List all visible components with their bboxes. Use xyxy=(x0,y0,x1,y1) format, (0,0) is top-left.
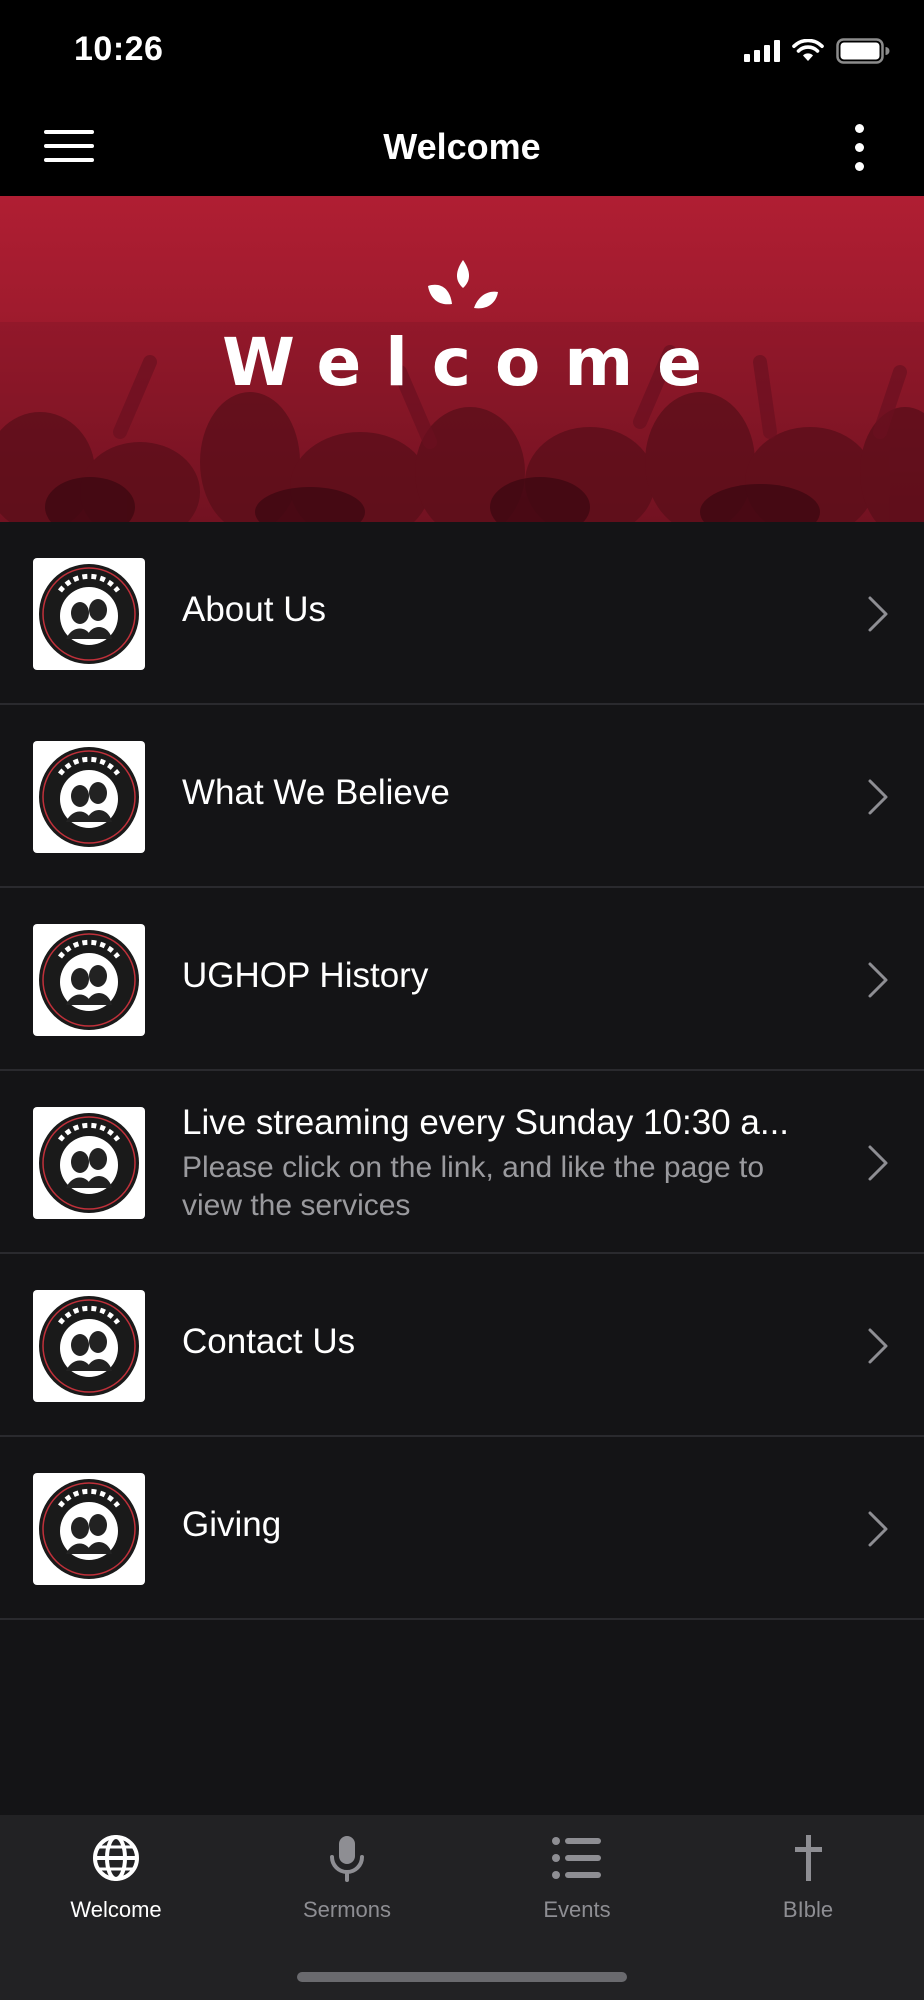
more-options-icon[interactable] xyxy=(854,124,866,172)
tab-label: BIble xyxy=(782,1897,834,1922)
list-item-title: Live streaming every Sunday 10:30 a... xyxy=(182,1103,790,1142)
list-item-ughop-history[interactable]: UGHOP History xyxy=(0,888,924,1071)
cross-icon xyxy=(795,1835,822,1881)
list-item-subtitle: Please click on the link, and like the p… xyxy=(182,1151,765,1222)
list-item-title: What We Believe xyxy=(182,773,450,812)
list-icon xyxy=(552,1837,601,1879)
navigation-bar: Welcome xyxy=(0,100,924,196)
tab-label: Welcome xyxy=(70,1897,162,1922)
church-logo-thumbnail xyxy=(33,741,145,853)
status-bar: 10:26 xyxy=(0,0,924,100)
wifi-icon xyxy=(792,39,824,61)
list-item-live-streaming[interactable]: Live streaming every Sunday 10:30 a... P… xyxy=(0,1071,924,1254)
status-icons xyxy=(744,38,890,64)
list-item-title: UGHOP History xyxy=(182,956,429,995)
list-item-contact-us[interactable]: Contact Us xyxy=(0,1254,924,1437)
globe-icon xyxy=(93,1835,139,1881)
droplet-logo-icon xyxy=(428,260,498,309)
chevron-right-icon xyxy=(868,962,888,998)
home-indicator[interactable] xyxy=(297,1972,627,1982)
page-title: Welcome xyxy=(383,126,541,167)
list-item-title: About Us xyxy=(182,590,326,629)
church-logo-thumbnail xyxy=(33,558,145,670)
microphone-icon xyxy=(330,1836,364,1882)
status-time: 10:26 xyxy=(74,30,164,68)
battery-icon xyxy=(836,38,890,64)
tab-events[interactable]: Events xyxy=(477,1833,677,1943)
tab-label: Sermons xyxy=(302,1897,392,1922)
list-item-what-we-believe[interactable]: What We Believe xyxy=(0,705,924,888)
list-item-giving[interactable]: Giving xyxy=(0,1437,924,1620)
church-logo-thumbnail xyxy=(33,1107,145,1219)
chevron-right-icon xyxy=(868,779,888,815)
chevron-right-icon xyxy=(868,1145,888,1181)
menu-list: About Us What We Believe UGHOP History L… xyxy=(0,522,924,1620)
tab-bible[interactable]: BIble xyxy=(708,1833,908,1943)
tab-sermons[interactable]: Sermons xyxy=(247,1833,447,1943)
tab-welcome[interactable]: Welcome xyxy=(16,1833,216,1943)
chevron-right-icon xyxy=(868,1511,888,1547)
church-logo-thumbnail xyxy=(33,924,145,1036)
list-item-title: Contact Us xyxy=(182,1322,356,1361)
chevron-right-icon xyxy=(868,1328,888,1364)
tab-label: Events xyxy=(543,1897,611,1922)
banner-title: Welcome xyxy=(222,324,726,401)
chevron-right-icon xyxy=(868,596,888,632)
welcome-banner: Welcome xyxy=(0,196,924,522)
list-item-title: Giving xyxy=(182,1505,282,1544)
church-logo-thumbnail xyxy=(33,1290,145,1402)
cellular-signal-icon xyxy=(744,40,780,62)
list-item-about-us[interactable]: About Us xyxy=(0,522,924,705)
church-logo-thumbnail xyxy=(33,1473,145,1585)
